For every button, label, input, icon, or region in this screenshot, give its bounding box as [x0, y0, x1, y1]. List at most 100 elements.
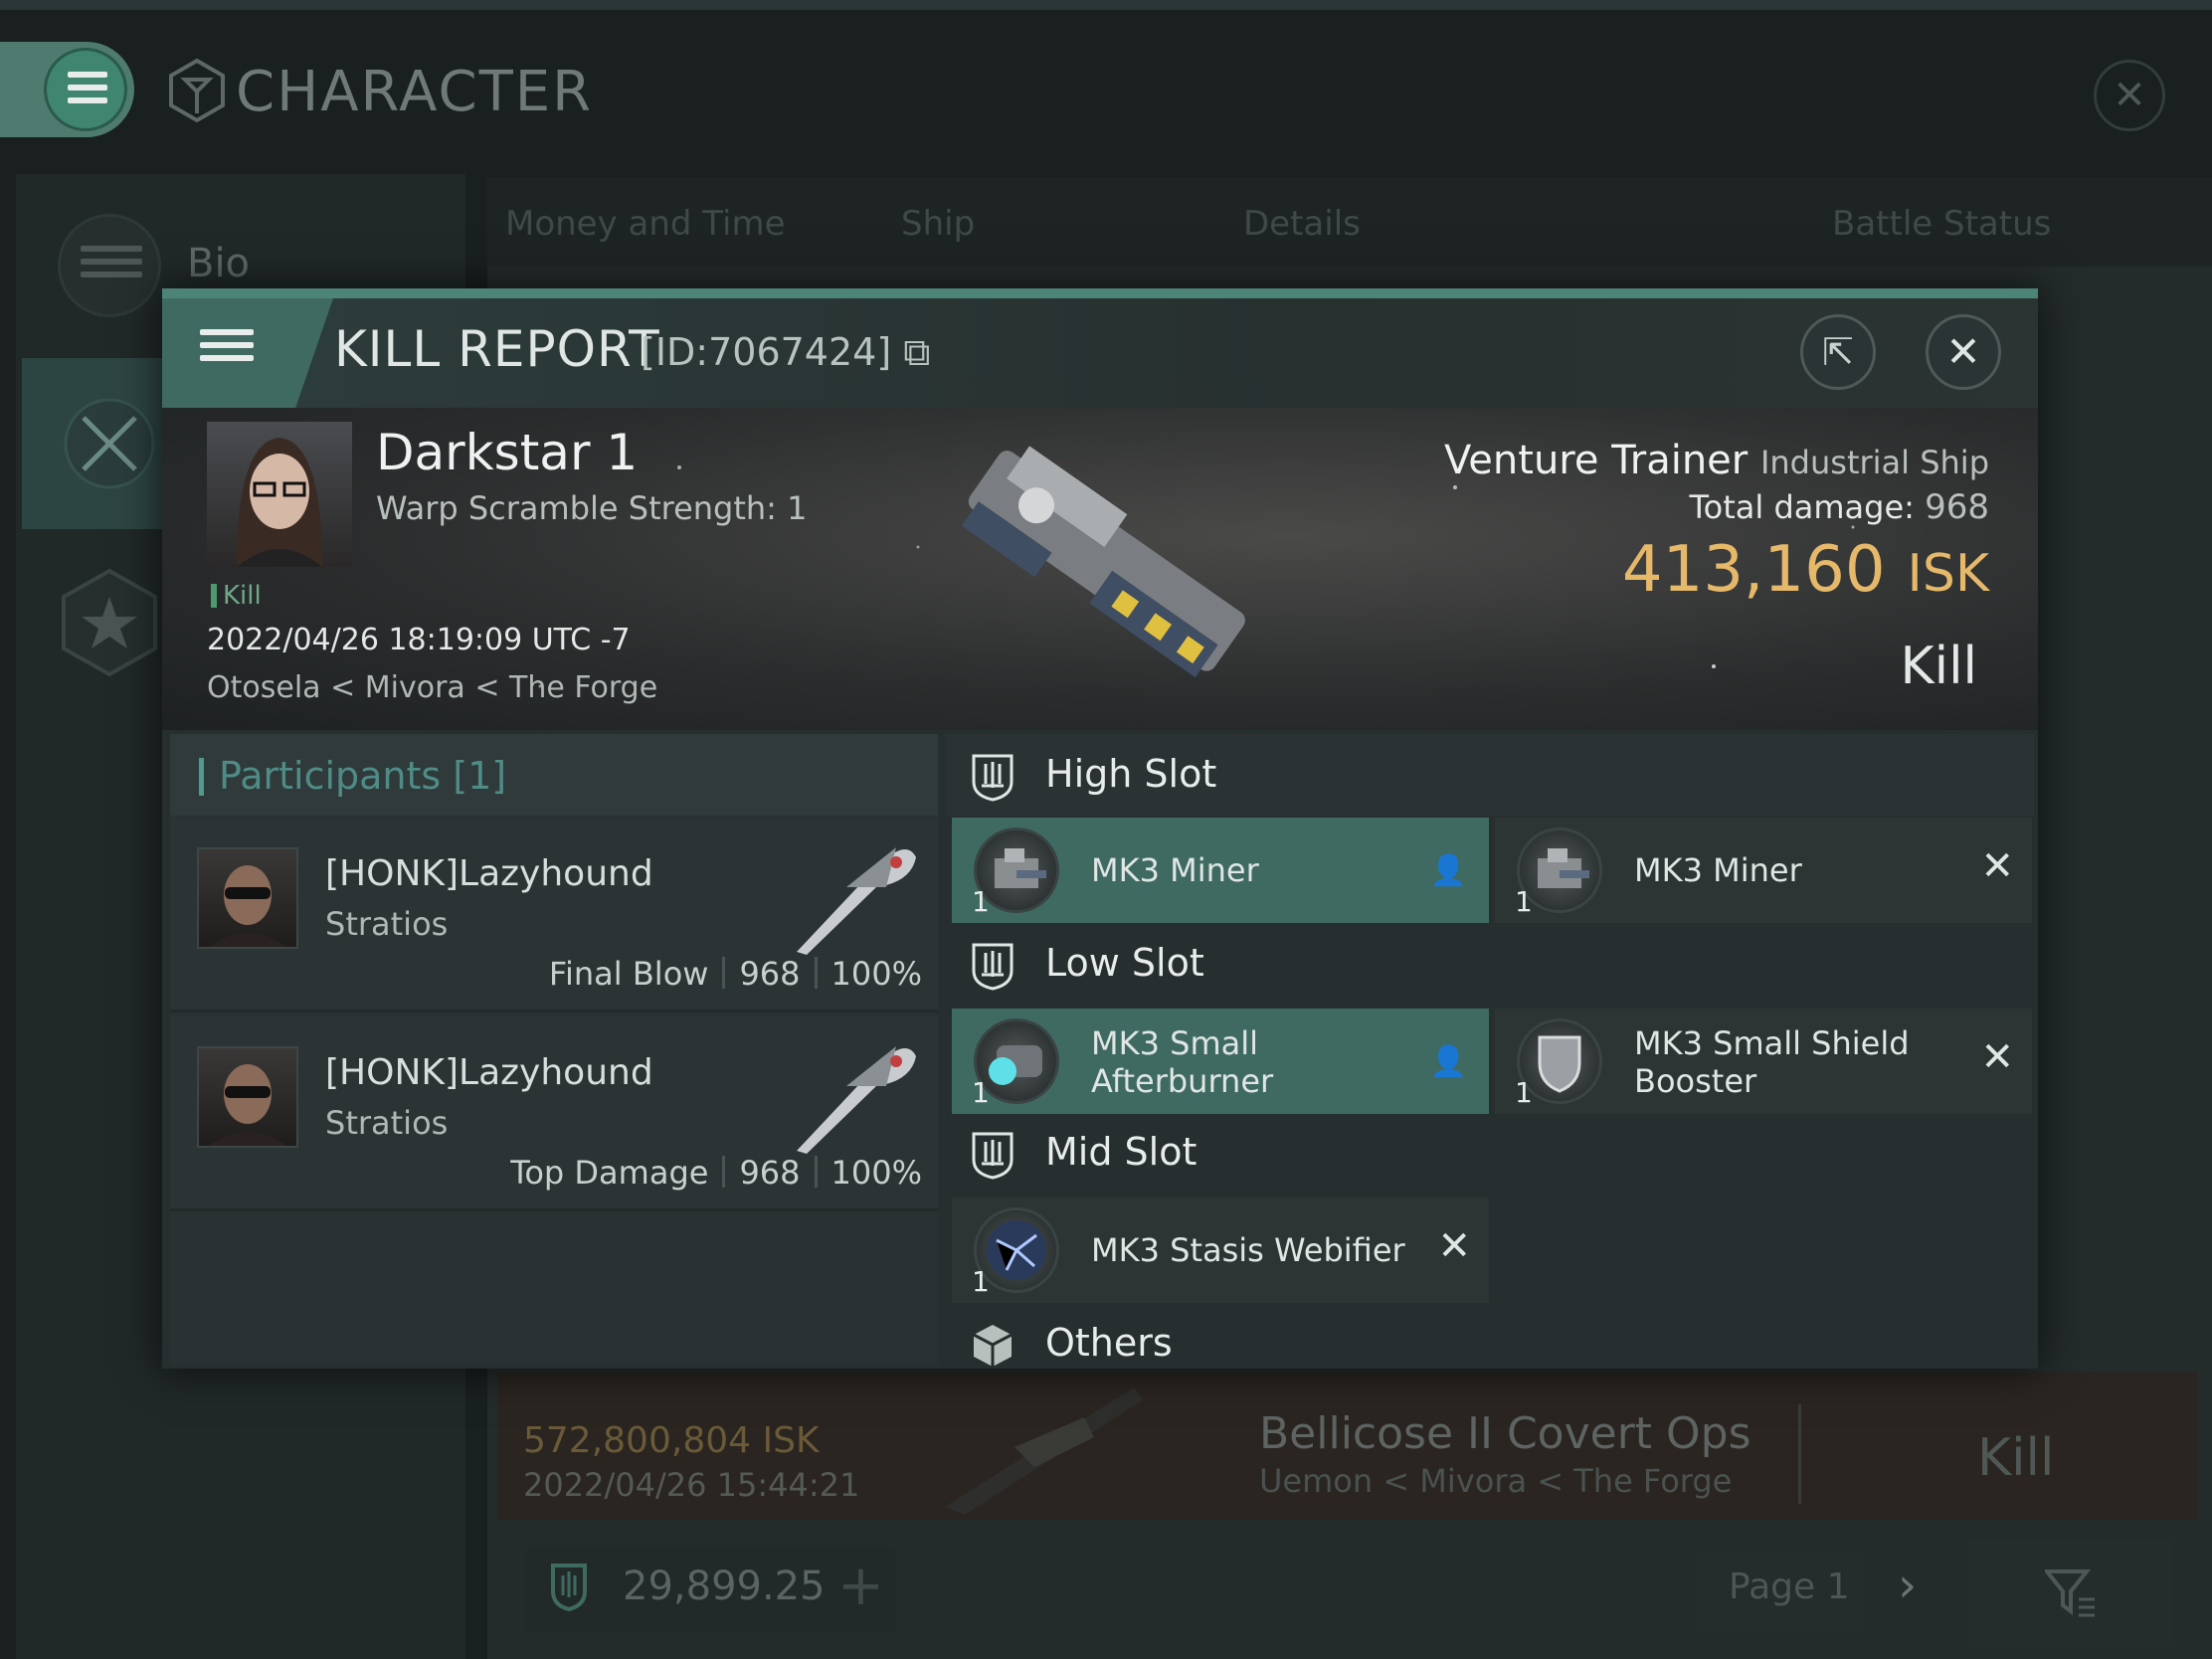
next-page-icon[interactable]: › [1898, 1558, 1917, 1613]
module-mk3-miner-fitted[interactable]: 1 MK3 Miner 👤 [952, 818, 1489, 923]
low-slot-icon [972, 943, 1014, 991]
modal-accent-bar [162, 288, 2038, 298]
warp-scramble-strength: Warp Scramble Strength: 1 [376, 489, 808, 527]
module-name: MK3 Small Shield Booster [1634, 1024, 1910, 1100]
filter-button[interactable] [1967, 1540, 2172, 1645]
window-close-button[interactable]: ✕ [2094, 60, 2165, 131]
others-title: Others [1045, 1321, 1173, 1365]
damage-value: 968 [739, 955, 801, 993]
participant-ship: Stratios [325, 1104, 449, 1142]
destroyed-icon: ✕ [1980, 1034, 2014, 1080]
crossed-swords-icon [64, 398, 155, 489]
victim-ship[interactable]: Venture Trainer Industrial Ship [1444, 438, 1989, 483]
external-link-icon: ⇱ [1822, 330, 1854, 374]
total-damage: Total damage: 968 [1690, 487, 1989, 527]
destroyed-icon: ✕ [1980, 843, 2014, 889]
low-slot-title: Low Slot [1045, 941, 1204, 985]
final-blow-label: Final Blow [548, 955, 709, 993]
copy-icon[interactable]: ⧉ [903, 330, 930, 374]
total-damage-label: Total damage: [1689, 488, 1915, 526]
module-name: MK3 Miner [1634, 851, 1802, 889]
victim-portrait[interactable] [207, 422, 352, 567]
participant-name: [HONK]Lazyhound [325, 1052, 653, 1093]
window-title: CHARACTER [236, 60, 594, 124]
top-border [0, 0, 2212, 10]
participant-stats: Final Blow 968 100% [549, 955, 922, 993]
isk-unit: ISK [1907, 544, 1989, 604]
tab-ship[interactable]: Ship [901, 204, 975, 244]
tab-details[interactable]: Details [1243, 204, 1361, 244]
stratios-ship-icon [797, 847, 916, 955]
mid-slot-icon [972, 1132, 1014, 1180]
star-icon[interactable] [58, 567, 161, 678]
module-quantity: 1 [972, 1265, 990, 1298]
pilot-icon: 👤 [1429, 1044, 1467, 1079]
avatar[interactable] [197, 1046, 298, 1148]
tab-battle-status[interactable]: Battle Status [1832, 204, 2051, 244]
module-name: MK3 Miner [1091, 851, 1259, 889]
ship-thumbnail [945, 1387, 1144, 1515]
character-logo-icon [169, 58, 225, 123]
sidebar-item-bio[interactable]: Bio [187, 241, 250, 286]
close-icon: ✕ [1945, 327, 1981, 376]
venture-ship-image [961, 446, 1245, 678]
damage-percent: 100% [830, 955, 922, 993]
participant-name: [HONK]Lazyhound [325, 853, 653, 894]
filter-icon [2045, 1569, 2095, 1617]
modal-title: KILL REPORT [334, 320, 660, 378]
module-quantity: 1 [972, 885, 990, 918]
cargo-box-icon [973, 1325, 1013, 1367]
damage-value: 968 [739, 1154, 801, 1192]
mid-slot-header: Mid Slot [946, 1112, 2034, 1194]
participant-row[interactable]: [HONK]Lazyhound Stratios Top Damage 968 10… [170, 1016, 938, 1211]
module-mk3-miner-destroyed[interactable]: 1 MK3 Miner ✕ [1495, 818, 2032, 923]
kill-datetime: 2022/04/26 18:19:09 UTC -7 [207, 623, 631, 657]
participant-stats: Top Damage 968 100% [510, 1154, 922, 1192]
fittings-panel: High Slot 1 MK3 Miner 👤 1 MK3 Miner ✕ Lo… [946, 734, 2034, 1369]
stratios-ship-icon [797, 1046, 916, 1154]
damage-percent: 100% [830, 1154, 922, 1192]
module-quantity: 1 [1515, 885, 1533, 918]
module-name: MK3 Small Afterburner [1091, 1024, 1274, 1100]
tab-money-and-time[interactable]: Money and Time [505, 204, 786, 244]
module-mk3-small-afterburner[interactable]: 1 MK3 Small Afterburner 👤 [952, 1009, 1489, 1114]
high-slot-header: High Slot [946, 734, 2034, 816]
top-damage-label: Top Damage [510, 1154, 709, 1192]
module-mk3-stasis-webifier[interactable]: 1 MK3 Stasis Webifier ✕ [952, 1198, 1489, 1303]
low-slot-header: Low Slot [946, 923, 2034, 1005]
pilot-icon: 👤 [1429, 853, 1467, 888]
page-label: Page 1 [1729, 1567, 1850, 1607]
kill-row-location: Uemon < Mivora < The Forge [1259, 1462, 1733, 1500]
wallet-balance: 29,899.25 [623, 1564, 826, 1609]
mid-slot-title: Mid Slot [1045, 1130, 1198, 1174]
isk-amount: 413,160 [1621, 533, 1886, 607]
hamburger-icon [200, 322, 254, 368]
hamburger-icon[interactable] [44, 48, 127, 131]
share-button[interactable]: ⇱ [1800, 314, 1876, 390]
participant-row[interactable]: [HONK]Lazyhound Stratios Final Blow 968 10… [170, 818, 938, 1013]
module-mk3-small-shield-booster[interactable]: 1 MK3 Small Shield Booster ✕ [1495, 1009, 2032, 1114]
module-quantity: 1 [972, 1076, 990, 1109]
victim-name[interactable]: Darkstar 1 [376, 424, 638, 481]
avatar[interactable] [197, 847, 298, 949]
kill-row-ship: Bellicose II Covert Ops [1259, 1408, 1751, 1459]
participants-title: Participants [1] [198, 754, 506, 798]
high-slot-icon [972, 754, 1014, 802]
divider [1798, 1404, 1801, 1504]
ship-name: Venture Trainer [1444, 438, 1749, 483]
module-name: MK3 Stasis Webifier [1091, 1231, 1405, 1269]
bio-icon[interactable] [58, 214, 161, 317]
total-damage-value: 968 [1925, 487, 1989, 527]
destroyed-icon: ✕ [1437, 1223, 1471, 1269]
kill-id[interactable]: [ID:7067424] ⧉ [641, 330, 930, 375]
kill-result: Kill [1900, 637, 1977, 696]
kill-row-result: Kill [1977, 1428, 2055, 1488]
kill-tag: Kill [211, 581, 262, 611]
shield-icon [551, 1564, 587, 1611]
close-button[interactable]: ✕ [1926, 314, 2001, 390]
kill-location[interactable]: Otosela < Mivora < The Forge [207, 670, 657, 705]
add-button[interactable]: + [837, 1554, 884, 1618]
isk-value: 413,160 ISK [1622, 533, 1989, 607]
others-header: Others [946, 1303, 2034, 1369]
ship-class: Industrial Ship [1759, 444, 1989, 481]
